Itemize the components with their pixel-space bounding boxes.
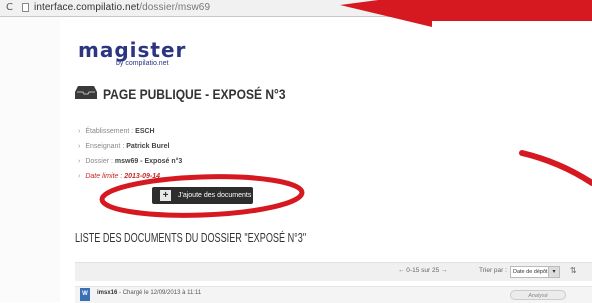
- red-arrow-annotation: [340, 0, 592, 27]
- red-circle-annotation: [99, 174, 305, 218]
- red-curve-annotation: [519, 150, 592, 186]
- annotation-layer: [99, 0, 592, 218]
